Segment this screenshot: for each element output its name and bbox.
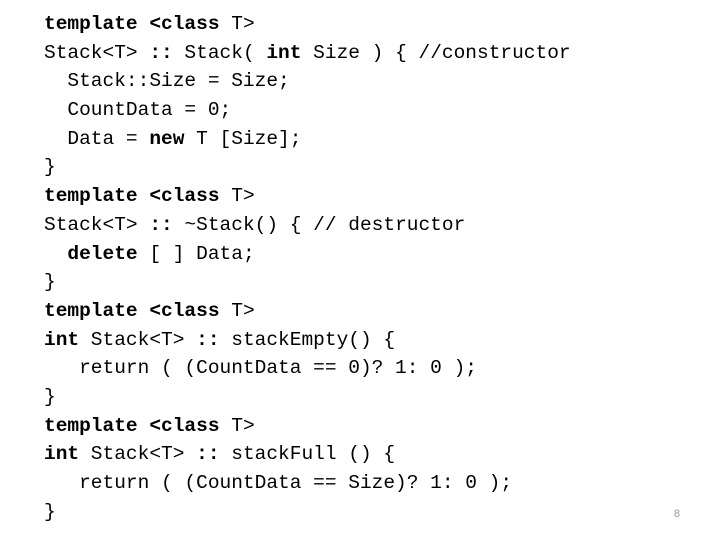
code-keyword: :: [149,213,173,236]
code-text: [ ] Data; [137,242,255,265]
code-text: return ( (CountData == Size)? 1: 0 ); [44,472,513,494]
code-text: T> [219,185,255,208]
code-text: Stack( [172,41,267,64]
code-text: ~Stack() { // destructor [172,213,466,236]
code-keyword: :: [196,443,220,466]
code-keyword: delete [67,242,138,265]
code-line: } [44,383,704,412]
code-line: Data = new T [Size]; [44,125,704,154]
code-keyword: :: [149,41,173,64]
code-line: } [44,268,704,297]
code-keyword: <class [149,13,220,35]
code-text: T> [219,414,255,437]
code-line: int Stack<T> :: stackFull () { [44,440,704,469]
code-text: } [44,500,56,523]
code-line: template <class T> [44,412,704,441]
code-text: T> [219,299,255,322]
code-text: Stack::Size = Size; [44,70,290,93]
code-line: return ( (CountData == 0)? 1: 0 ); [44,354,704,383]
code-text: Data = [44,127,150,150]
code-line: template <class T> [44,10,704,39]
code-line: int Stack<T> :: stackEmpty() { [44,326,704,355]
code-line: } [44,153,704,182]
code-line: template <class T> [44,297,704,326]
code-text: stackFull () { [219,443,396,466]
code-line: } [44,498,704,527]
code-line: Stack<T> :: ~Stack() { // destructor [44,211,704,240]
code-keyword: new [149,127,185,150]
code-text: return ( (CountData == 0)? 1: 0 ); [44,357,477,380]
code-text: Stack<T> [44,213,150,236]
code-keyword: <class [149,414,220,437]
code-text: } [44,271,56,294]
code-text: T [Size]; [184,127,302,150]
code-line: Stack<T> :: Stack( int Size ) { //constr… [44,39,704,68]
code-line: CountData = 0; [44,96,704,125]
code-keyword: <class [149,299,220,322]
code-text: Stack<T> [79,328,197,351]
code-keyword: <class [149,185,220,208]
code-keyword: :: [196,328,220,351]
page-number: 8 [673,508,680,520]
code-text: stackEmpty() { [219,328,396,351]
code-keyword: template [44,414,138,437]
code-block: template <class T> Stack<T> :: Stack( int… [44,10,704,526]
code-line: delete [ ] Data; [44,240,704,269]
code-line: Stack::Size = Size; [44,67,704,96]
code-keyword: int [44,443,80,466]
code-text: T> [219,13,255,35]
code-text: CountData = 0; [44,99,232,122]
code-text: Stack<T> [79,443,197,466]
code-keyword: template [44,13,138,35]
code-line: template <class T> [44,182,704,211]
code-text: Size ) { //constructor [301,41,571,64]
code-text: } [44,385,56,408]
code-keyword: int [266,41,302,64]
code-keyword: template [44,185,138,208]
code-keyword: template [44,299,138,322]
code-keyword: int [44,328,80,351]
code-text: } [44,156,56,179]
slide-canvas: template <class T> Stack<T> :: Stack( int… [0,0,720,540]
code-line: return ( (CountData == Size)? 1: 0 ); [44,469,704,498]
code-text: Stack<T> [44,41,150,64]
